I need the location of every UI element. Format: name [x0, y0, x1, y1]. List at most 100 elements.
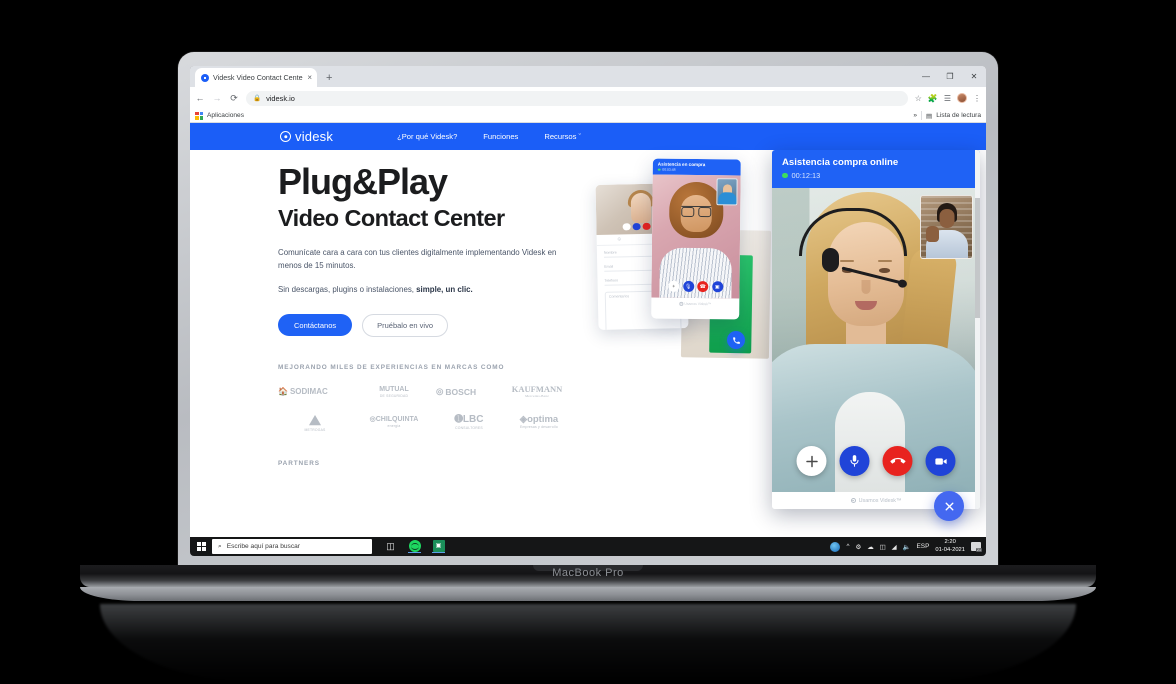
- brow-right: [877, 260, 892, 263]
- task-view-icon[interactable]: ◫: [384, 540, 397, 553]
- reading-list-label[interactable]: Lista de lectura: [936, 112, 981, 119]
- contactanos-button[interactable]: Contáctanos: [278, 314, 353, 337]
- brand-logo-chilquinta: ◎CHILQUINTA energía: [369, 416, 419, 429]
- brands-label: MEJORANDO MILES DE EXPERIENCIAS EN MARCA…: [278, 363, 505, 371]
- notifications-icon[interactable]: 21: [971, 542, 982, 552]
- nose: [861, 280, 871, 294]
- minimize-button[interactable]: —: [914, 66, 938, 87]
- hero-paragraph-2-prefix: Sin descargas, plugins o instalaciones,: [278, 284, 417, 294]
- spotify-app-icon[interactable]: [408, 539, 421, 553]
- microphone-icon[interactable]: [632, 222, 641, 231]
- widget-launcher-button[interactable]: [727, 331, 745, 349]
- plus-icon: [805, 455, 818, 467]
- taskbar-search-input[interactable]: ⌕ Escribe aquí para buscar: [212, 539, 372, 554]
- back-icon[interactable]: ←: [195, 93, 205, 103]
- profile-list-icon[interactable]: ☰: [944, 94, 951, 103]
- windows-start-icon: [196, 542, 206, 551]
- widget-video-title: Asistencia en compra: [657, 161, 706, 168]
- customer-tshirt: [834, 392, 905, 492]
- videsk-logo-icon: [679, 302, 683, 306]
- clock-date: 01-04-2021: [935, 546, 965, 553]
- add-participant-button[interactable]: [796, 446, 827, 476]
- system-tray: ^ ⚙ ☁ ◫ ◢ 🔈 ESP 2:20 01-04-2021 21: [830, 539, 986, 555]
- tab-close-icon[interactable]: ×: [307, 73, 312, 82]
- new-tab-button[interactable]: +: [326, 72, 332, 84]
- online-green-dot: [657, 168, 661, 171]
- widget-video-pip: [716, 178, 738, 206]
- wifi-icon[interactable]: ◢: [892, 543, 897, 551]
- video-camera-icon[interactable]: ▣: [711, 281, 723, 293]
- app-icon[interactable]: ▣: [432, 539, 445, 553]
- battery-icon[interactable]: ◫: [880, 543, 886, 551]
- extensions-puzzle-icon[interactable]: 🧩: [928, 94, 938, 103]
- brand-logo-bosch: ◎ BOSCH: [436, 386, 477, 397]
- browser-toolbar: ← → ⟳ 🔒 videsk.io ☆ 🧩 ☰ ⋮: [190, 87, 986, 109]
- plus-icon[interactable]: [622, 222, 631, 231]
- site-logo[interactable]: videsk: [280, 129, 333, 144]
- spotify-icon: [408, 539, 421, 552]
- maximize-button[interactable]: ❐: [938, 66, 962, 87]
- star-icon[interactable]: ☆: [915, 94, 922, 103]
- widget-video-controls: + 🎙 ☎ ▣: [668, 280, 723, 293]
- videsk-favicon: [201, 73, 209, 82]
- agent-glasses: [681, 205, 712, 215]
- more-menu-icon[interactable]: ⋮: [973, 94, 981, 103]
- live-call-title: Asistencia compra online: [782, 157, 899, 168]
- taskbar-clock[interactable]: 2:20 01-04-2021: [935, 539, 965, 555]
- address-bar[interactable]: 🔒 videsk.io: [246, 90, 908, 106]
- network-globe-icon[interactable]: [830, 541, 841, 552]
- cloud-icon[interactable]: ☁: [867, 543, 873, 551]
- video-camera-icon: [934, 457, 947, 465]
- widget-video-feed: + 🎙 ☎ ▣: [651, 174, 741, 299]
- clock-time: 2:20: [944, 538, 956, 545]
- user-icon[interactable]: ☺: [617, 236, 622, 242]
- nav-link-funciones[interactable]: Funciones: [483, 132, 518, 141]
- green-app-icon: ▣: [432, 539, 445, 552]
- windows-taskbar: ⌕ Escribe aquí para buscar ◫ ▣ ^ ⚙ ☁ ◫ ◢…: [190, 537, 986, 556]
- nav-link-recursos[interactable]: Recursos ˇ: [544, 132, 581, 141]
- pruebalo-en-vivo-button[interactable]: Pruébalo en vivo: [362, 313, 448, 337]
- close-widget-button[interactable]: [934, 491, 964, 521]
- camera-button[interactable]: [925, 446, 956, 476]
- hero-cta-group: Contáctanos Pruébalo en vivo: [278, 313, 578, 337]
- bookmarks-overflow-icon[interactable]: »: [913, 112, 917, 119]
- microphone-button[interactable]: [839, 446, 870, 476]
- browser-tab[interactable]: Videsk Video Contact Center | P... ×: [195, 68, 317, 87]
- microphone-icon[interactable]: 🎙: [682, 280, 694, 292]
- volume-icon[interactable]: 🔈: [903, 543, 911, 551]
- bookmark-apps-label[interactable]: Aplicaciones: [207, 112, 244, 119]
- videsk-logo-icon: [850, 497, 857, 504]
- reading-list-icon: ▤: [926, 112, 933, 120]
- hangup-button[interactable]: [882, 446, 913, 476]
- apps-grid-icon[interactable]: [195, 111, 203, 120]
- live-call-pip[interactable]: [920, 195, 973, 259]
- forward-icon[interactable]: →: [212, 93, 222, 103]
- nav-link-why-videsk[interactable]: ¿Por qué Videsk?: [397, 132, 457, 141]
- laptop-screen: Videsk Video Contact Center | P... × + —…: [190, 66, 986, 556]
- phone-hangup-icon[interactable]: [642, 222, 651, 230]
- hero-paragraph: Comunícate cara a cara con tus clientes …: [278, 248, 557, 270]
- phone-hangup-icon[interactable]: ☎: [697, 281, 709, 293]
- bookmarks-bar-right: » ▤ Lista de lectura: [913, 111, 981, 120]
- close-window-button[interactable]: ✕: [962, 66, 986, 87]
- pip-body: [717, 192, 736, 205]
- account-avatar[interactable]: [957, 93, 967, 103]
- brand-logo-kaufmann: KAUFMANN Mercedes-Benz: [511, 383, 563, 399]
- brand-logo-row-1: 🏠 SODIMAC MUTUAL DE SEGURIDAD ◎ BOSCH KA…: [278, 385, 578, 399]
- online-green-dot: [782, 172, 788, 179]
- address-bar-url: videsk.io: [266, 93, 295, 103]
- laptop-reflection: [100, 604, 1076, 682]
- panel-scrollbar[interactable]: [975, 150, 980, 509]
- plus-icon[interactable]: +: [668, 280, 680, 292]
- metrogas-mark: ⛰: [309, 411, 321, 428]
- brow-left: [839, 260, 854, 263]
- bluetooth-icon[interactable]: ⚙: [855, 543, 861, 551]
- browser-window: Videsk Video Contact Center | P... × + —…: [190, 66, 986, 556]
- widget-video-footer: Usamos Videsk™: [651, 298, 739, 311]
- start-button[interactable]: [190, 537, 212, 556]
- hero-paragraph-2-bold: simple, un clic.: [416, 284, 473, 294]
- show-hidden-icon[interactable]: ^: [846, 543, 849, 550]
- page-viewport: videsk ¿Por qué Videsk? Funciones Recurs…: [190, 123, 986, 537]
- reload-icon[interactable]: ⟳: [229, 93, 239, 104]
- language-indicator[interactable]: ESP: [917, 543, 930, 550]
